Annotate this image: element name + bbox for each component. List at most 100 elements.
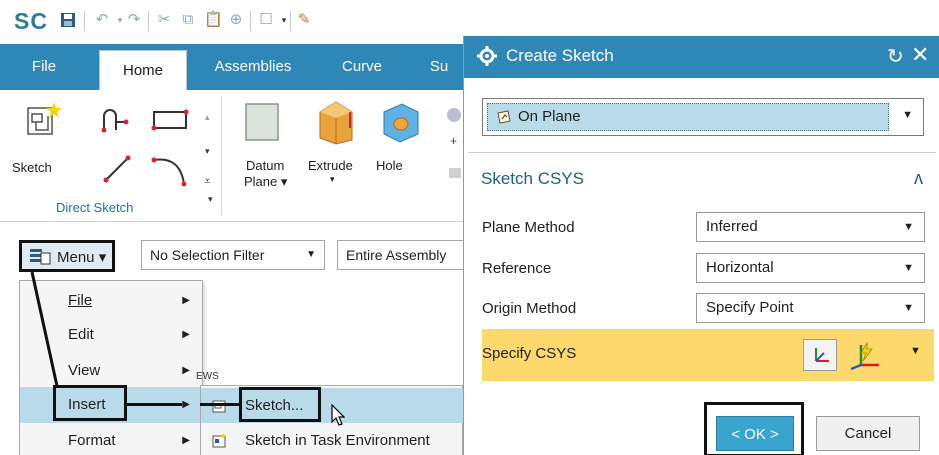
dialog-footer bbox=[464, 388, 939, 455]
rectangle-icon[interactable] bbox=[150, 108, 192, 134]
datum-plane-label-2: Plane ▾ bbox=[244, 174, 288, 189]
menu-item-format[interactable]: Format ▶ bbox=[20, 423, 202, 455]
gear-icon bbox=[477, 46, 497, 66]
sketch-type-field: On Plane bbox=[487, 103, 889, 131]
hole-button[interactable]: Hole bbox=[372, 96, 428, 192]
copy-icon[interactable]: ⧉ bbox=[180, 12, 196, 28]
dialog-title-bar: Create Sketch ↻ ✕ bbox=[464, 36, 939, 78]
insert-highlight-box bbox=[53, 385, 127, 421]
plane-method-label: Plane Method bbox=[482, 219, 575, 236]
section-title[interactable]: Sketch CSYS bbox=[481, 169, 584, 189]
menu-item-label: View bbox=[68, 362, 101, 379]
csys-dialog-button[interactable] bbox=[803, 339, 837, 371]
paste-icon[interactable]: 📋 bbox=[204, 12, 223, 28]
sketch-type-value: On Plane bbox=[518, 108, 581, 125]
submenu-header: EWS bbox=[196, 371, 219, 382]
group-options-icon[interactable]: ▾ bbox=[208, 194, 213, 205]
close-icon[interactable]: ✕ bbox=[911, 42, 929, 68]
menu-item-label: Edit bbox=[68, 326, 94, 343]
dialog-title: Create Sketch bbox=[506, 46, 614, 65]
pencil-icon[interactable]: ✎ bbox=[296, 12, 312, 28]
menu-item-label: Format bbox=[68, 432, 116, 449]
chevron-down-icon: ▼ bbox=[903, 221, 914, 233]
origin-method-select[interactable]: Specify Point ▼ bbox=[696, 293, 925, 323]
plane-method-value: Inferred bbox=[706, 218, 758, 235]
submenu-item-label: Sketch in Task Environment bbox=[245, 432, 430, 449]
csys-icon bbox=[850, 341, 879, 371]
section-divider bbox=[468, 152, 936, 153]
tab-assemblies[interactable]: Assemblies bbox=[197, 44, 309, 90]
sketch-ribbon-button[interactable]: Sketch bbox=[10, 96, 76, 186]
redo-icon[interactable]: ↷ bbox=[126, 12, 142, 28]
menu-button-label: Menu ▾ bbox=[57, 249, 107, 266]
tab-home[interactable]: Home bbox=[99, 50, 187, 90]
on-plane-icon bbox=[497, 110, 511, 124]
chevron-down-icon: ▼ bbox=[903, 262, 914, 274]
menu-button[interactable]: Menu ▾ bbox=[19, 240, 115, 272]
arc-icon[interactable] bbox=[150, 152, 190, 190]
callout-connector bbox=[30, 271, 59, 387]
gallery-scroll-down-icon[interactable]: ▾ bbox=[205, 146, 210, 157]
toolbar-separator bbox=[148, 11, 149, 31]
datum-plane-label: Datum bbox=[246, 158, 285, 173]
chevron-down-icon[interactable]: ▼ bbox=[910, 345, 921, 357]
sketch-ribbon-label: Sketch bbox=[12, 160, 52, 175]
gallery-scroll-up-icon[interactable]: ▴ bbox=[205, 112, 210, 123]
specify-csys-row[interactable]: Specify CSYS ▼ bbox=[482, 329, 934, 381]
specify-csys-label: Specify CSYS bbox=[482, 345, 577, 362]
submenu-arrow-icon: ▶ bbox=[182, 435, 190, 446]
csys-icon bbox=[815, 348, 829, 362]
reference-value: Horizontal bbox=[706, 259, 774, 276]
nx-main-window: SC ↶ ▾ ↷ ✂ ⧉ 📋 ⊕ ☐ ▾ ✎ File Home Assembl… bbox=[0, 0, 463, 455]
app-logo: SC bbox=[14, 8, 48, 34]
create-sketch-dialog: Create Sketch ↻ ✕ On Plane ▼ Sketch CSYS… bbox=[463, 36, 939, 455]
tab-surface[interactable]: Su bbox=[414, 44, 463, 90]
line-icon[interactable] bbox=[100, 152, 134, 186]
hole-icon bbox=[383, 103, 419, 143]
extrude-label: Extrude bbox=[308, 158, 353, 173]
origin-method-label: Origin Method bbox=[482, 300, 577, 317]
submenu-arrow-icon: ▶ bbox=[182, 295, 190, 306]
mouse-cursor-icon bbox=[331, 404, 345, 426]
reference-select[interactable]: Horizontal ▼ bbox=[696, 253, 925, 283]
reference-label: Reference bbox=[482, 260, 552, 277]
datum-plane-button[interactable]: Datum Plane ▾ bbox=[232, 96, 296, 192]
partial-icon[interactable]: + bbox=[450, 134, 457, 148]
undo-icon[interactable]: ↶ bbox=[94, 12, 110, 28]
plane-method-select[interactable]: Inferred ▼ bbox=[696, 212, 925, 242]
paste-special-icon[interactable]: ⊕ bbox=[228, 12, 244, 28]
extrude-icon bbox=[319, 101, 353, 145]
collapse-icon[interactable]: ʌ bbox=[914, 168, 923, 189]
reset-icon[interactable]: ↻ bbox=[887, 44, 904, 69]
save-icon[interactable] bbox=[60, 12, 76, 28]
submenu-item-sketch-task-environment[interactable]: Sketch in Task Environment bbox=[201, 423, 463, 455]
callout-connector bbox=[200, 403, 240, 406]
selection-scope-value: Entire Assembly bbox=[346, 247, 447, 263]
partial-icon[interactable] bbox=[447, 108, 461, 122]
cut-icon[interactable]: ✂ bbox=[156, 12, 172, 28]
inferred-csys-button[interactable] bbox=[843, 339, 887, 371]
tab-curve[interactable]: Curve bbox=[320, 44, 404, 90]
ribbon-separator bbox=[221, 96, 222, 214]
gallery-expand-icon[interactable]: ⩡ bbox=[204, 174, 211, 189]
chevron-down-icon: ▼ bbox=[306, 249, 316, 260]
sketch-icon bbox=[27, 102, 62, 135]
selection-filter-select[interactable]: No Selection Filter ▼ bbox=[141, 240, 325, 270]
chevron-down-icon: ▼ bbox=[903, 302, 914, 314]
profile-icon[interactable] bbox=[100, 106, 130, 136]
window-icon[interactable]: ☐ bbox=[258, 12, 274, 28]
selection-scope-select[interactable]: Entire Assembly bbox=[337, 240, 463, 270]
extrude-button[interactable]: Extrude ▾ bbox=[306, 96, 366, 192]
origin-method-value: Specify Point bbox=[706, 299, 794, 316]
sketch-task-icon bbox=[212, 434, 226, 448]
extrude-dropdown-icon[interactable]: ▾ bbox=[330, 174, 335, 185]
tab-file[interactable]: File bbox=[0, 44, 88, 90]
menu-item-label: File bbox=[68, 292, 93, 309]
sketch-type-select[interactable]: On Plane ▼ bbox=[482, 98, 924, 136]
menu-icon bbox=[30, 249, 51, 265]
partial-icon[interactable] bbox=[449, 168, 461, 178]
ribbon-tab-bar: File Home Assemblies Curve Su bbox=[0, 44, 463, 90]
hole-label: Hole bbox=[376, 158, 403, 173]
submenu-arrow-icon: ▶ bbox=[182, 329, 190, 340]
toolbar-separator bbox=[290, 11, 291, 31]
